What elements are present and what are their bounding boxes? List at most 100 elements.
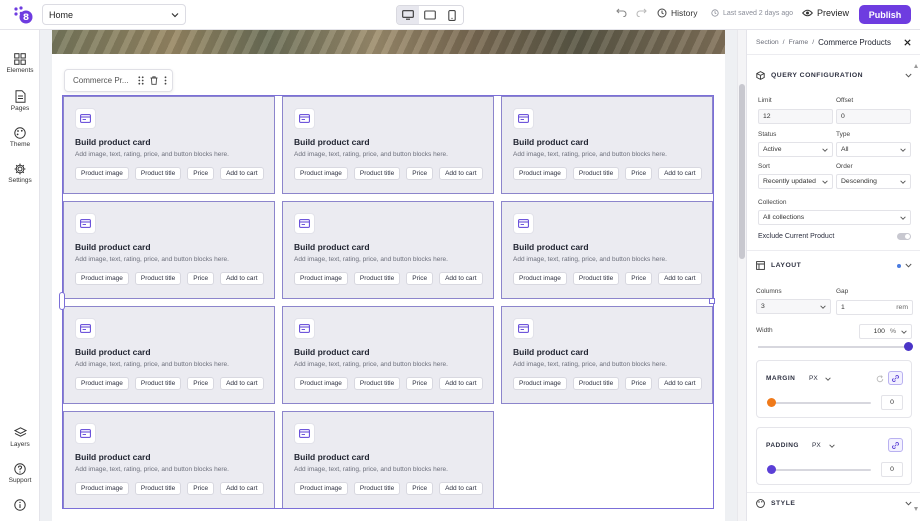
redo-icon[interactable] [636, 8, 647, 17]
reset-icon[interactable] [876, 375, 884, 383]
product-card-placeholder[interactable]: Build product card Add image, text, ratin… [63, 306, 275, 404]
block-chip[interactable]: Product image [513, 167, 567, 180]
collection-select[interactable]: All collections [758, 210, 911, 225]
rail-item-layers[interactable]: Layers [0, 427, 40, 448]
product-card-placeholder[interactable]: Build product card Add image, text, ratin… [282, 201, 494, 299]
panel-scrollbar[interactable] [913, 60, 919, 515]
margin-unit[interactable]: PX [809, 375, 818, 382]
block-chip[interactable]: Add to cart [658, 167, 702, 180]
block-chip[interactable]: Product title [353, 272, 401, 285]
publish-button[interactable]: Publish [859, 5, 911, 24]
block-chip[interactable]: Product image [294, 377, 348, 390]
app-logo-icon[interactable]: 8 [12, 5, 34, 25]
rail-item-settings[interactable]: Settings [0, 163, 40, 184]
width-slider[interactable] [758, 346, 908, 348]
block-chip[interactable]: Price [187, 272, 215, 285]
block-chip[interactable]: Price [625, 167, 653, 180]
columns-select[interactable]: 3 [756, 299, 831, 314]
padding-slider[interactable] [771, 469, 871, 471]
undo-icon[interactable] [616, 8, 627, 17]
editor-canvas[interactable]: Commerce Pr... Build product card Add ima… [40, 30, 737, 521]
block-chip[interactable]: Product title [353, 167, 401, 180]
block-chip[interactable]: Product image [294, 272, 348, 285]
block-chip[interactable]: Add to cart [658, 377, 702, 390]
margin-slider-knob[interactable] [767, 398, 776, 407]
margin-slider[interactable] [771, 402, 871, 404]
block-chip[interactable]: Product title [572, 167, 620, 180]
margin-value-input[interactable]: 0 [881, 395, 903, 410]
desktop-view-button[interactable] [397, 6, 419, 24]
query-config-header[interactable]: QUERY CONFIGURATION [756, 71, 863, 80]
product-card-placeholder[interactable]: Build product card Add image, text, ratin… [63, 201, 275, 299]
block-chip[interactable]: Product title [353, 377, 401, 390]
block-chip[interactable]: Product image [513, 272, 567, 285]
drag-handle-icon[interactable] [138, 76, 144, 85]
chevron-down-icon[interactable] [905, 501, 912, 506]
product-card-placeholder[interactable]: Build product card Add image, text, ratin… [282, 306, 494, 404]
block-chip[interactable]: Product title [572, 272, 620, 285]
chevron-down-icon[interactable] [825, 377, 831, 381]
breadcrumb-frame[interactable]: Frame [789, 39, 809, 46]
block-chip[interactable]: Add to cart [439, 167, 483, 180]
type-select[interactable]: All [836, 142, 911, 157]
status-select[interactable]: Active [758, 142, 833, 157]
gap-input[interactable]: 1 rem [836, 300, 913, 315]
block-chip[interactable]: Add to cart [658, 272, 702, 285]
block-chip[interactable]: Add to cart [220, 167, 264, 180]
block-chip[interactable]: Price [187, 482, 215, 495]
width-slider-knob[interactable] [903, 342, 913, 351]
block-chip[interactable]: Price [406, 272, 434, 285]
layout-header[interactable]: LAYOUT [756, 261, 801, 270]
product-card-placeholder[interactable]: Build product card Add image, text, ratin… [501, 306, 713, 404]
block-chip[interactable]: Product title [134, 482, 182, 495]
padding-value-input[interactable]: 0 [881, 462, 903, 477]
block-chip[interactable]: Price [406, 377, 434, 390]
rail-item-elements[interactable]: Elements [0, 53, 40, 74]
canvas-scrollbar-thumb[interactable] [739, 84, 745, 259]
block-chip[interactable]: Product title [134, 272, 182, 285]
block-chip[interactable]: Product image [75, 377, 129, 390]
rail-item-theme[interactable]: Theme [0, 127, 40, 148]
order-select[interactable]: Descending [836, 174, 911, 189]
history-button[interactable]: History [657, 8, 697, 18]
padding-unit[interactable]: PX [812, 442, 821, 449]
block-chip[interactable]: Product image [294, 482, 348, 495]
block-chip[interactable]: Price [187, 167, 215, 180]
block-chip[interactable]: Product title [572, 377, 620, 390]
block-chip[interactable]: Product title [134, 377, 182, 390]
block-chip[interactable]: Add to cart [439, 377, 483, 390]
chevron-down-icon[interactable] [905, 263, 912, 268]
close-icon[interactable] [904, 39, 911, 46]
rail-item-pages[interactable]: Pages [0, 90, 40, 112]
block-chip[interactable]: Add to cart [220, 272, 264, 285]
mobile-view-button[interactable] [441, 6, 463, 24]
block-chip[interactable]: Product image [294, 167, 348, 180]
block-chip[interactable]: Price [187, 377, 215, 390]
resize-handle-left[interactable] [59, 292, 65, 310]
block-chip[interactable]: Product image [513, 377, 567, 390]
gap-unit[interactable]: rem [896, 304, 908, 311]
offset-input[interactable]: 0 [836, 109, 911, 124]
resize-handle-right[interactable] [709, 298, 715, 304]
breadcrumb-section[interactable]: Section [756, 39, 779, 46]
block-chip[interactable]: Product image [75, 272, 129, 285]
padding-slider-knob[interactable] [767, 465, 776, 474]
preview-button[interactable]: Preview [802, 8, 849, 18]
more-icon[interactable] [164, 76, 167, 85]
block-chip[interactable]: Price [625, 377, 653, 390]
product-card-placeholder[interactable]: Build product card Add image, text, ratin… [282, 96, 494, 194]
canvas-scrollbar[interactable] [737, 30, 746, 521]
rail-item-support[interactable]: Support [0, 463, 40, 484]
limit-input[interactable]: 12 [758, 109, 833, 124]
style-header[interactable]: STYLE [756, 499, 795, 508]
block-chip[interactable]: Product image [75, 482, 129, 495]
link-paddings-button[interactable] [888, 438, 903, 452]
product-card-placeholder[interactable]: Build product card Add image, text, ratin… [501, 201, 713, 299]
tablet-view-button[interactable] [419, 6, 441, 24]
product-card-placeholder[interactable]: Build product card Add image, text, ratin… [63, 411, 275, 509]
link-margins-button[interactable] [888, 371, 903, 385]
block-chip[interactable]: Add to cart [220, 377, 264, 390]
block-chip[interactable]: Add to cart [220, 482, 264, 495]
block-chip[interactable]: Product title [353, 482, 401, 495]
width-unit[interactable]: % [890, 328, 896, 335]
